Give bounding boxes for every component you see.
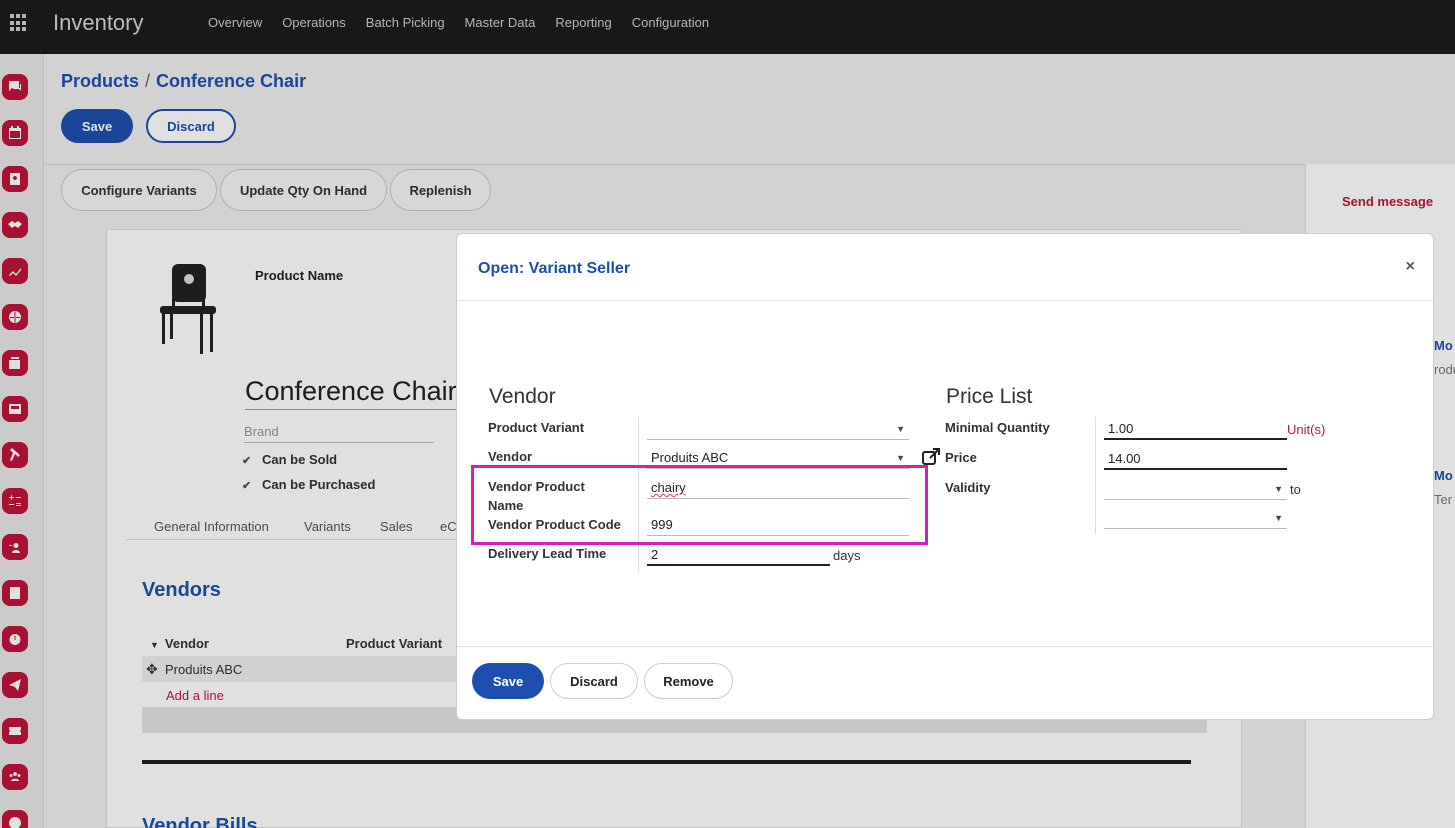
dialog-title: Open: Variant Seller <box>478 260 631 277</box>
label-divider <box>1095 417 1096 534</box>
chevron-down-icon: ▼ <box>1274 513 1283 523</box>
minimal-quantity-label: Minimal Quantity <box>945 420 1050 435</box>
dialog-footer-divider <box>457 646 1433 647</box>
close-icon[interactable]: × <box>1406 258 1415 276</box>
highlight-box <box>471 465 928 545</box>
dialog-discard-button[interactable]: Discard <box>550 663 638 699</box>
product-variant-select[interactable]: ▼ <box>647 418 909 440</box>
external-link-icon[interactable] <box>921 447 941 467</box>
vendor-label: Vendor <box>488 449 533 464</box>
minimal-quantity-input[interactable]: 1.00 <box>1104 418 1287 440</box>
quantity-unit-link[interactable]: Unit(s) <box>1287 422 1325 437</box>
vendor-value: Produits ABC <box>651 450 729 465</box>
validity-to-label: to <box>1290 482 1301 497</box>
validity-from-date[interactable]: ▼ <box>1104 478 1287 500</box>
validity-to-date[interactable]: ▼ <box>1104 507 1287 529</box>
chevron-down-icon: ▼ <box>896 424 905 434</box>
dialog-header-divider <box>457 300 1433 301</box>
dialog-remove-button[interactable]: Remove <box>644 663 733 699</box>
price-label: Price <box>945 450 977 465</box>
delivery-unit: days <box>833 548 861 563</box>
validity-label: Validity <box>945 480 991 495</box>
delivery-lead-time-label: Delivery Lead Time <box>488 546 607 561</box>
delivery-lead-time-input[interactable]: 2 <box>647 544 830 566</box>
price-input[interactable]: 14.00 <box>1104 448 1287 470</box>
vendor-group-title: Vendor <box>489 385 556 408</box>
product-variant-label: Product Variant <box>488 420 585 435</box>
price-list-group-title: Price List <box>946 385 1033 408</box>
chevron-down-icon: ▼ <box>1274 484 1283 494</box>
dialog-save-button[interactable]: Save <box>472 663 544 699</box>
